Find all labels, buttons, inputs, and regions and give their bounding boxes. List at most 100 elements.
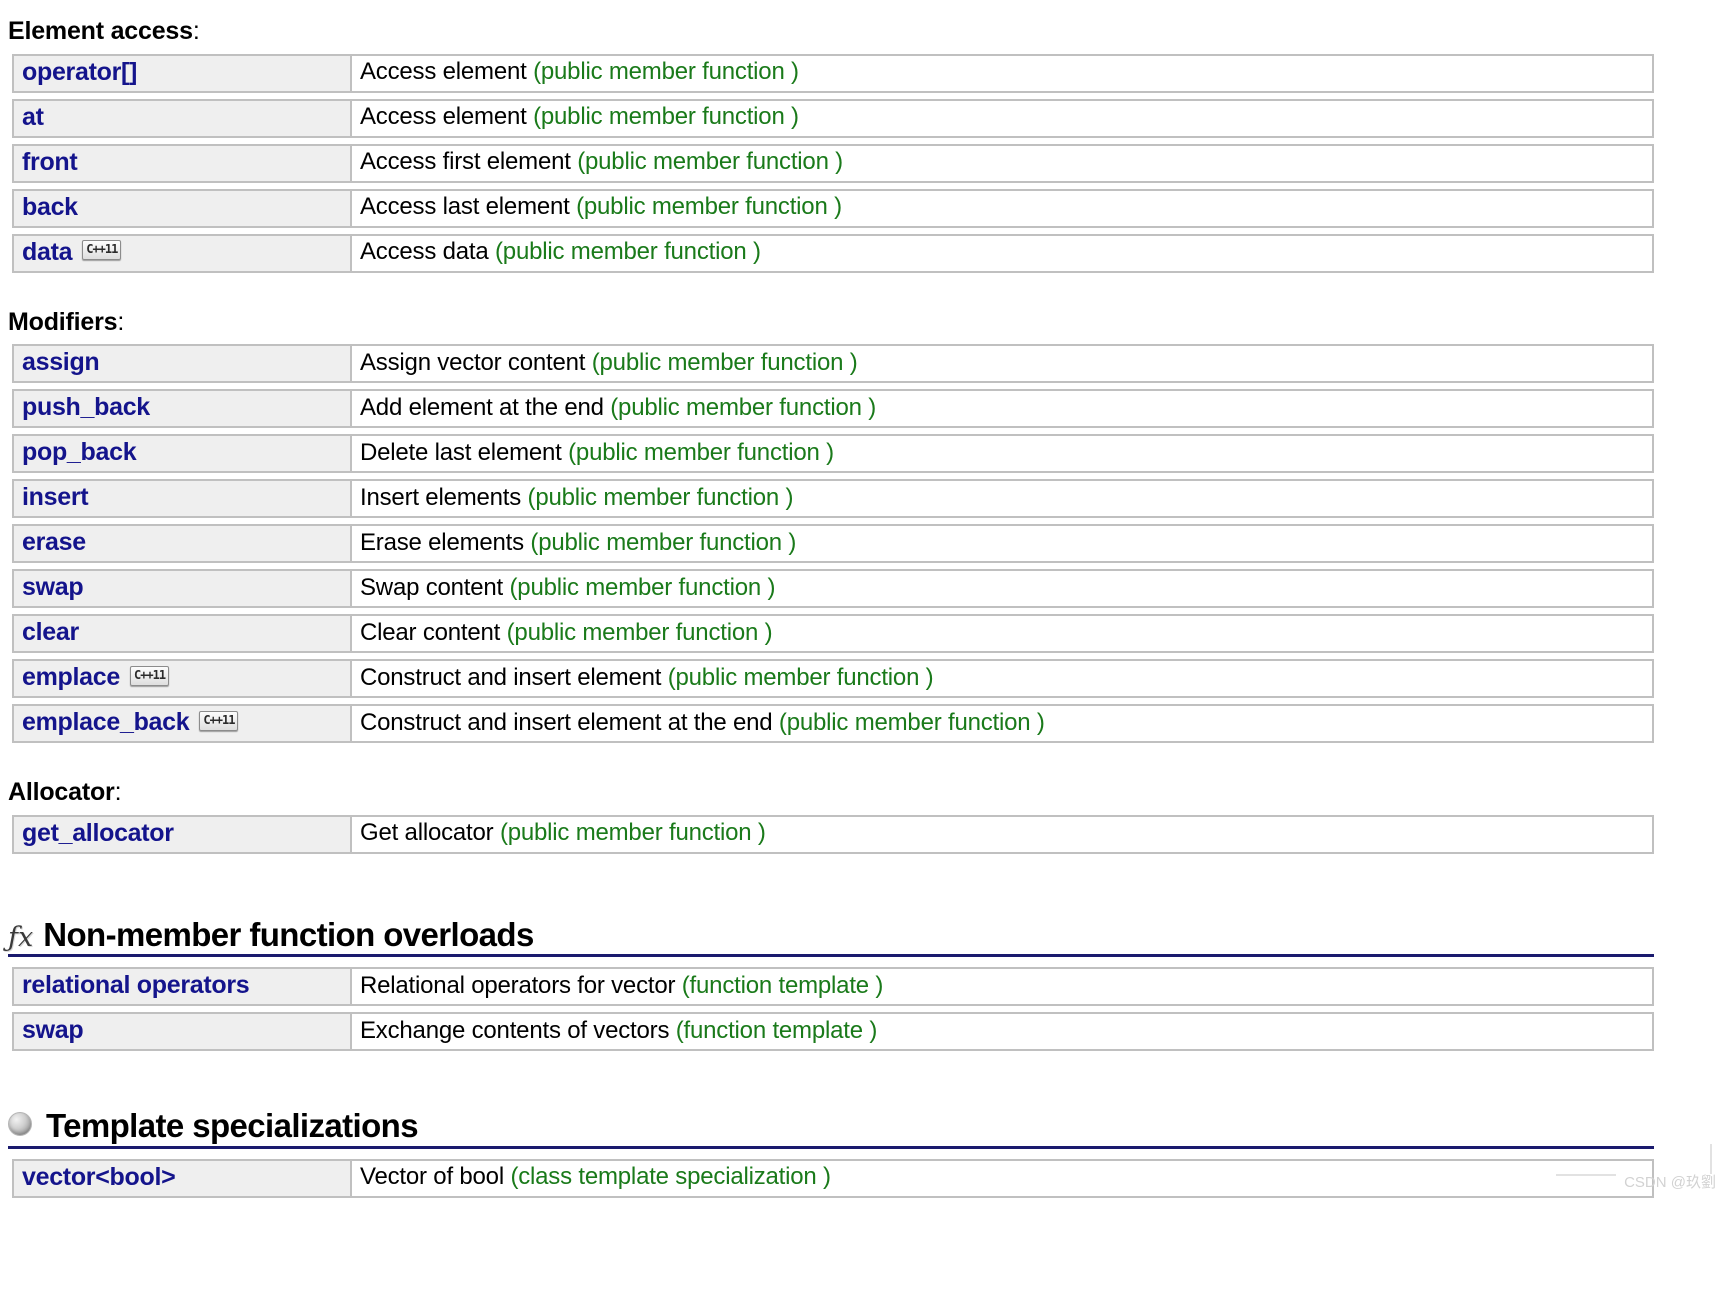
function-link[interactable]: assign (22, 348, 100, 376)
row-name-cell[interactable]: assign (12, 344, 352, 383)
table-row[interactable]: clear Clear content (public member funct… (12, 614, 1654, 653)
row-name-cell[interactable]: get_allocator (12, 814, 352, 854)
section-heading-colon: : (192, 17, 200, 45)
table-row[interactable]: emplace_back C++11 Construct and insert e… (12, 704, 1654, 743)
table-row[interactable]: relational operators Relational operator… (12, 967, 1654, 1007)
row-desc-cell: Exchange contents of vectors (function t… (352, 1012, 1654, 1052)
section-non-member-function-overloads: ƒx Non-member function overloads relatio… (0, 915, 1724, 1052)
table-row[interactable]: insert Insert elements (public member fu… (12, 479, 1654, 518)
row-description: Swap content (360, 573, 510, 601)
row-name-cell[interactable]: relational operators (12, 967, 352, 1007)
row-description: Insert elements (360, 483, 528, 511)
heading-title: Non-member function overloads (43, 915, 534, 953)
row-desc-cell: Relational operators for vector (functio… (352, 967, 1654, 1007)
table-row[interactable]: emplace C++11 Construct and insert elemen… (12, 659, 1654, 698)
row-desc-cell: Vector of bool (class template specializ… (352, 1158, 1654, 1198)
row-name-cell[interactable]: push_back (12, 389, 352, 428)
row-name-cell[interactable]: emplace_back C++11 (12, 704, 352, 743)
table-row[interactable]: assign Assign vector content (public mem… (12, 344, 1654, 383)
row-desc-cell: Access last element (public member funct… (352, 188, 1654, 228)
function-link[interactable]: vector<bool> (22, 1163, 176, 1191)
table-row[interactable]: swap Exchange contents of vectors (funct… (12, 1012, 1654, 1052)
row-desc-cell: Get allocator (public member function ) (352, 814, 1654, 854)
table-row[interactable]: at Access element (public member functio… (12, 98, 1654, 138)
function-link[interactable]: emplace (22, 663, 120, 691)
row-description: Construct and insert element (360, 663, 668, 691)
table-row[interactable]: push_back Add element at the end (public… (12, 389, 1654, 428)
heading-non-member-function-overloads: ƒx Non-member function overloads (8, 915, 1654, 958)
row-desc-cell: Assign vector content (public member fun… (352, 344, 1654, 383)
row-name-cell[interactable]: vector<bool> (12, 1158, 352, 1198)
section-modifiers: Modifiers: assign Assign vector content … (0, 307, 1724, 743)
non-member-overloads-table: relational operators Relational operator… (12, 967, 1654, 1052)
row-description: Access last element (360, 193, 577, 220)
row-name-cell[interactable]: pop_back (12, 434, 352, 473)
section-allocator: Allocator: get_allocator Get allocator (… (0, 778, 1724, 854)
row-description: Get allocator (360, 819, 500, 846)
function-link[interactable]: back (22, 193, 78, 221)
table-row[interactable]: pop_back Delete last element (public mem… (12, 434, 1654, 473)
row-name-cell[interactable]: operator[] (12, 53, 352, 93)
cpp11-badge-icon: C++11 (82, 240, 122, 260)
table-row[interactable]: operator[] Access element (public member… (12, 53, 1654, 93)
function-link[interactable]: relational operators (22, 971, 250, 999)
row-kind: (public member function ) (667, 663, 934, 691)
function-link[interactable]: get_allocator (22, 819, 174, 847)
row-kind: (public member function ) (530, 528, 797, 556)
row-desc-cell: Construct and insert element (public mem… (352, 659, 1654, 698)
heading-title: Template specializations (46, 1107, 419, 1145)
section-heading-colon: : (114, 778, 122, 806)
table-row[interactable]: data C++11 Access data (public member fun… (12, 233, 1654, 273)
row-name-cell[interactable]: front (12, 143, 352, 183)
row-name-cell[interactable]: back (12, 188, 352, 228)
row-name-cell[interactable]: emplace C++11 (12, 659, 352, 698)
row-desc-cell: Add element at the end (public member fu… (352, 389, 1654, 428)
function-link[interactable]: insert (22, 483, 89, 511)
row-desc-cell: Access element (public member function ) (352, 53, 1654, 93)
row-description: Relational operators for vector (360, 971, 682, 999)
function-link[interactable]: swap (22, 573, 84, 601)
function-link[interactable]: erase (22, 528, 86, 556)
row-desc-cell: Construct and insert element at the end … (352, 704, 1654, 743)
function-link[interactable]: pop_back (22, 438, 137, 466)
row-description: Access data (360, 238, 496, 265)
watermark-vertical-rule (1710, 1143, 1712, 1174)
table-row[interactable]: front Access first element (public membe… (12, 143, 1654, 183)
row-name-cell[interactable]: clear (12, 614, 352, 653)
function-link[interactable]: swap (22, 1016, 84, 1044)
table-row[interactable]: swap Swap content (public member functio… (12, 569, 1654, 608)
row-desc-cell: Erase elements (public member function ) (352, 524, 1654, 563)
table-row[interactable]: erase Erase elements (public member func… (12, 524, 1654, 563)
row-name-cell[interactable]: at (12, 98, 352, 138)
function-link[interactable]: push_back (22, 393, 150, 421)
element-access-table: operator[] Access element (public member… (12, 53, 1654, 273)
watermark-rule (1556, 1173, 1616, 1176)
row-name-cell[interactable]: swap (12, 1012, 352, 1052)
row-description: Construct and insert element at the end (360, 708, 779, 736)
function-link[interactable]: at (22, 103, 44, 131)
function-link[interactable]: clear (22, 618, 79, 646)
function-link[interactable]: emplace_back (22, 708, 190, 736)
table-row[interactable]: get_allocator Get allocator (public memb… (12, 814, 1654, 854)
function-link[interactable]: front (22, 148, 78, 176)
row-name-cell[interactable]: insert (12, 479, 352, 518)
row-kind: (public member function ) (533, 58, 799, 85)
row-name-cell[interactable]: erase (12, 524, 352, 563)
row-name-cell[interactable]: swap (12, 569, 352, 608)
function-link[interactable]: data (22, 238, 73, 266)
function-link[interactable]: operator[] (22, 58, 137, 86)
row-description: Access element (360, 103, 534, 130)
row-name-cell[interactable]: data C++11 (12, 233, 352, 273)
row-kind: (public member function ) (533, 103, 799, 130)
table-row[interactable]: vector<bool> Vector of bool (class templ… (12, 1158, 1654, 1198)
row-description: Add element at the end (360, 393, 611, 421)
row-kind: (function template ) (675, 1016, 878, 1044)
section-heading-colon: : (117, 307, 125, 336)
modifiers-table: assign Assign vector content (public mem… (12, 344, 1654, 743)
table-row[interactable]: back Access last element (public member … (12, 188, 1654, 228)
row-kind: (public member function ) (499, 819, 766, 846)
row-kind: (public member function ) (778, 708, 1045, 736)
